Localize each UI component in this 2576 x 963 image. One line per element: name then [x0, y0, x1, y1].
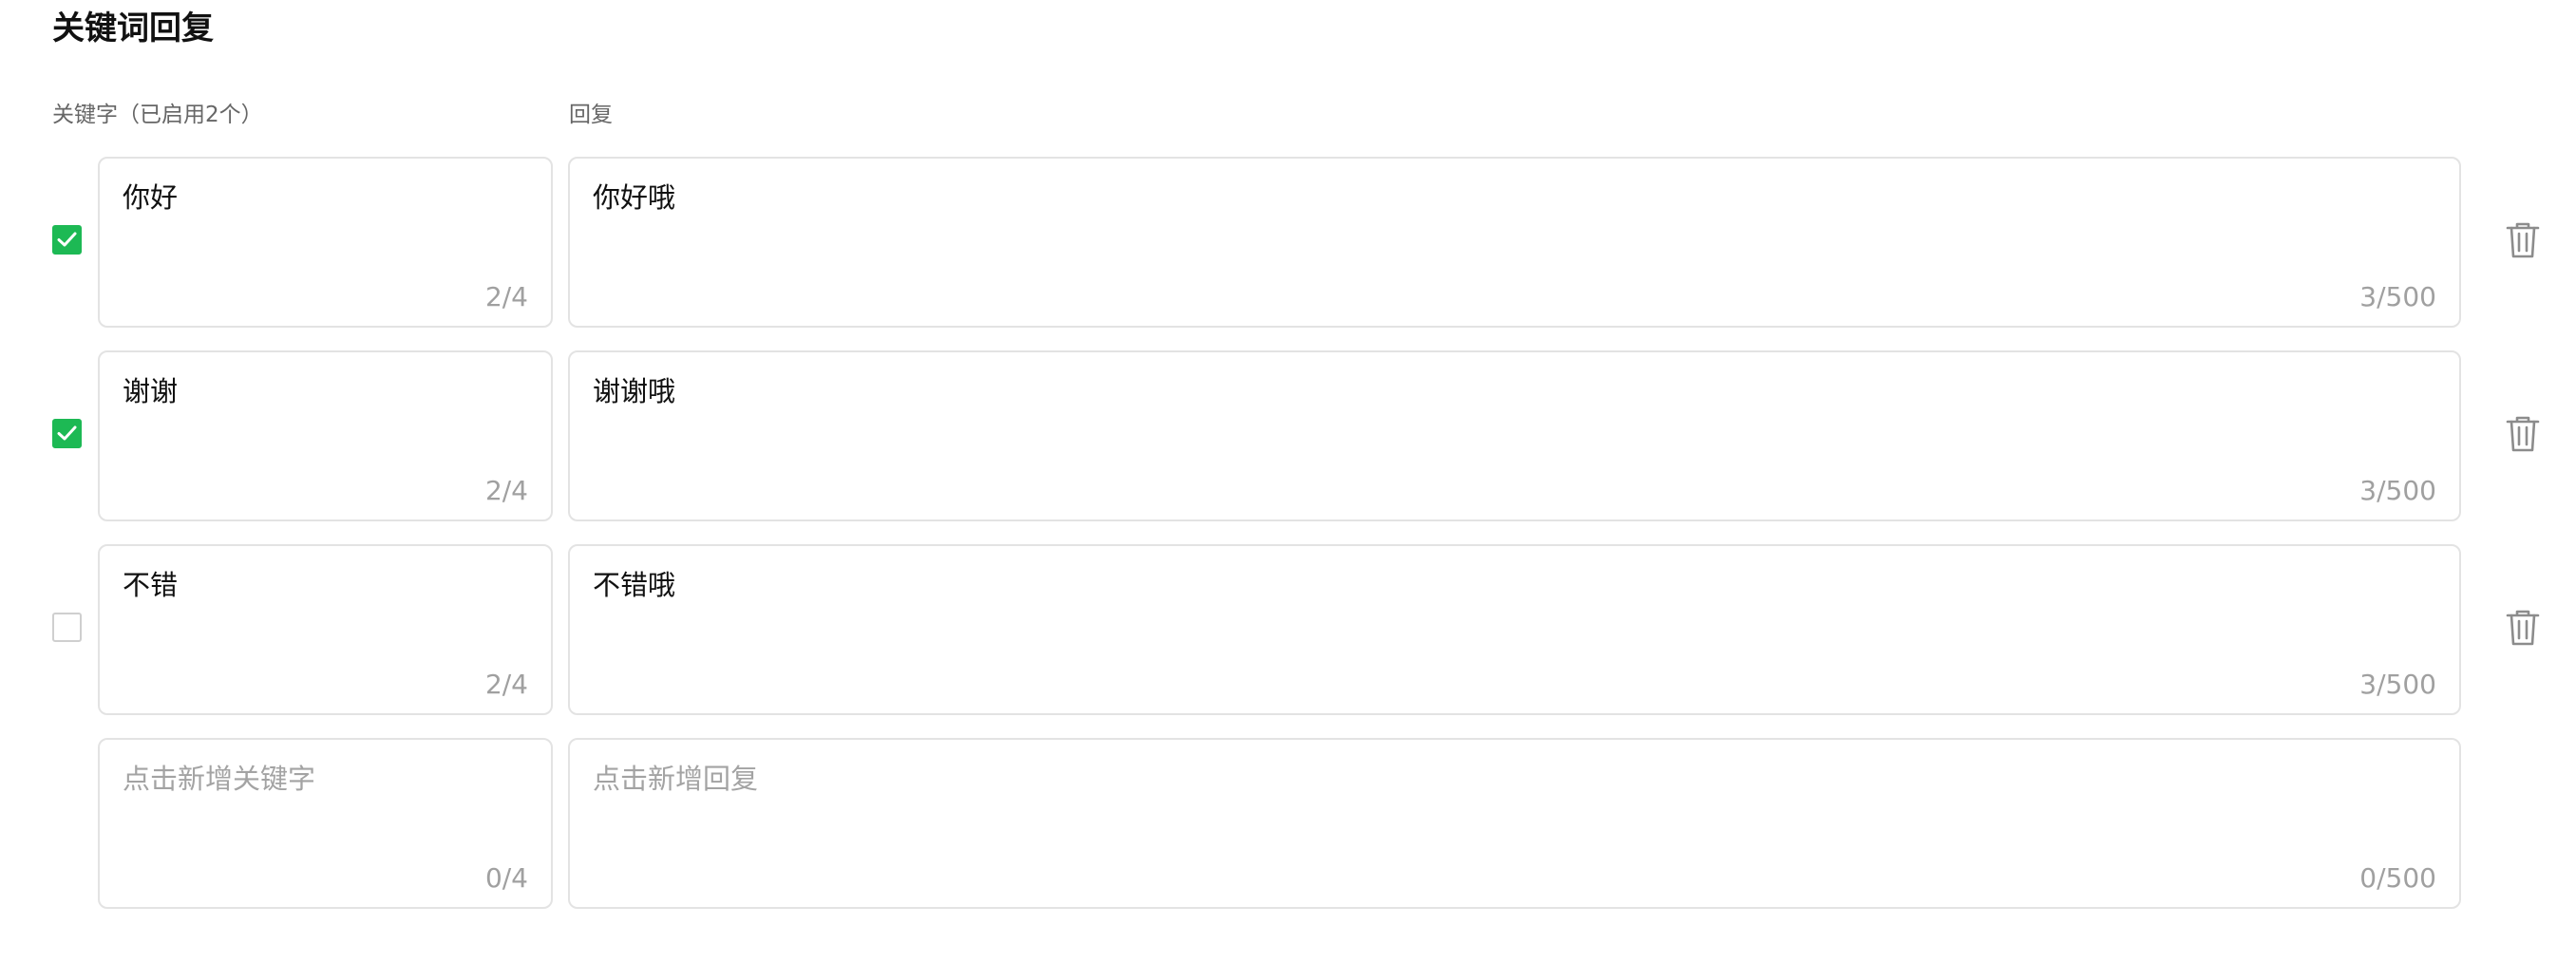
enable-checkbox[interactable]: [52, 419, 82, 448]
trash-icon: [2506, 610, 2540, 646]
keyword-text: 你好: [123, 181, 179, 214]
reply-text: 你好哦: [593, 181, 676, 214]
new-reply-placeholder: 点击新增回复: [593, 763, 759, 795]
delete-button[interactable]: [2506, 415, 2540, 453]
keyword-text: 谢谢: [123, 375, 179, 407]
checkmark-icon: [57, 232, 77, 247]
keyword-row: 谢谢 2/4 谢谢哦 3/500: [0, 350, 2576, 521]
keyword-field[interactable]: 谢谢 2/4: [98, 350, 553, 521]
keyword-column-label: 关键字（已启用2个）: [52, 103, 263, 127]
keyword-char-counter: 2/4: [484, 475, 528, 506]
reply-field[interactable]: 谢谢哦 3/500: [568, 350, 2461, 521]
keyword-char-counter: 2/4: [484, 669, 528, 700]
reply-field[interactable]: 不错哦 3/500: [568, 544, 2461, 715]
delete-button[interactable]: [2506, 221, 2540, 259]
enable-checkbox[interactable]: [52, 613, 82, 642]
reply-field[interactable]: 你好哦 3/500: [568, 157, 2461, 328]
reply-char-counter: 0/500: [2359, 862, 2436, 894]
keyword-field[interactable]: 不错 2/4: [98, 544, 553, 715]
reply-char-counter: 3/500: [2359, 475, 2436, 506]
keyword-char-counter: 0/4: [484, 862, 528, 894]
page-title: 关键词回复: [52, 9, 214, 47]
reply-char-counter: 3/500: [2359, 669, 2436, 700]
new-keyword-row: 点击新增关键字 0/4 点击新增回复 0/500: [0, 738, 2576, 909]
delete-button[interactable]: [2506, 609, 2540, 647]
keyword-text: 不错: [123, 569, 179, 601]
new-reply-input[interactable]: 点击新增回复 0/500: [568, 738, 2461, 909]
checkmark-icon: [57, 425, 77, 441]
reply-text: 谢谢哦: [593, 375, 676, 407]
trash-icon: [2506, 416, 2540, 452]
enable-checkbox[interactable]: [52, 225, 82, 255]
new-keyword-input[interactable]: 点击新增关键字 0/4: [98, 738, 553, 909]
keyword-field[interactable]: 你好 2/4: [98, 157, 553, 328]
keyword-row: 不错 2/4 不错哦 3/500: [0, 544, 2576, 715]
reply-column-label: 回复: [569, 103, 613, 127]
trash-icon: [2506, 222, 2540, 258]
reply-text: 不错哦: [593, 569, 676, 601]
keyword-row: 你好 2/4 你好哦 3/500: [0, 157, 2576, 328]
new-keyword-placeholder: 点击新增关键字: [123, 763, 316, 795]
reply-char-counter: 3/500: [2359, 281, 2436, 312]
keyword-char-counter: 2/4: [484, 281, 528, 312]
